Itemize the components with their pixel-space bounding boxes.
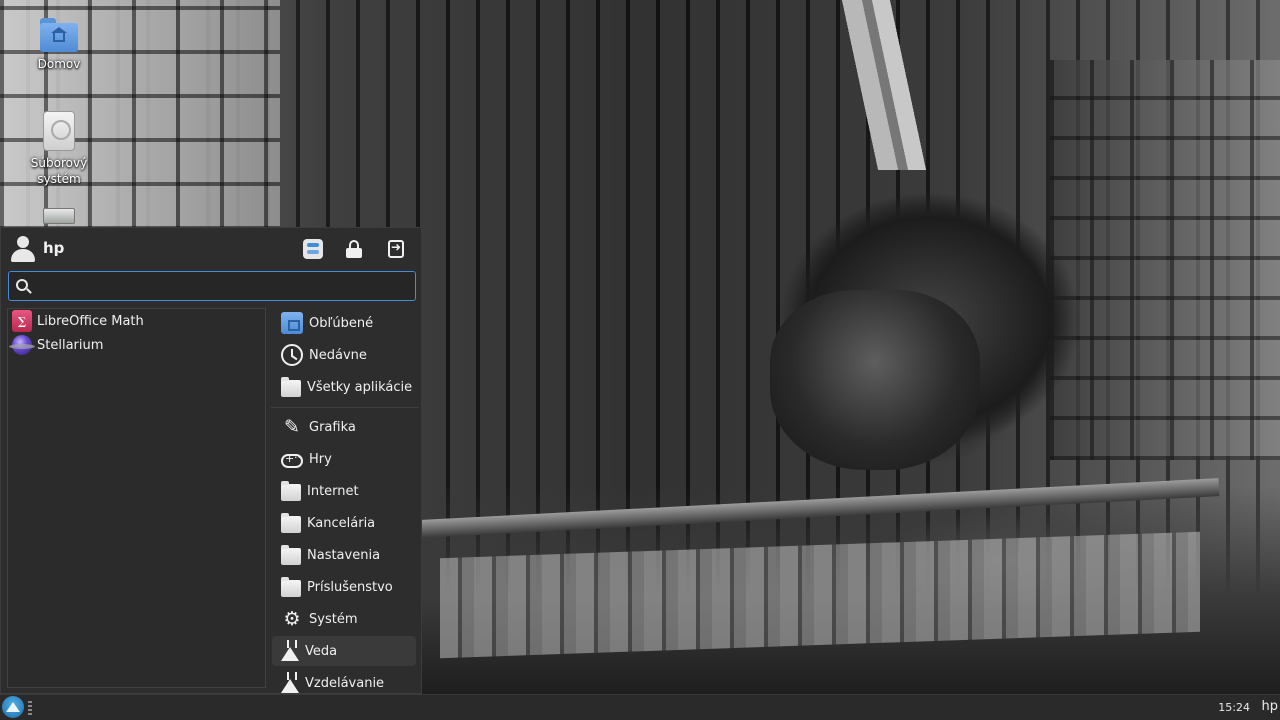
search-input[interactable] xyxy=(39,276,409,296)
app-item-label: Stellarium xyxy=(37,337,104,353)
removable-drive-icon xyxy=(43,208,75,224)
desktop-icon-label: Domov xyxy=(37,57,81,71)
favorites-folder-icon xyxy=(281,312,303,334)
category-favorites[interactable]: Obľúbené xyxy=(272,308,416,338)
category-list: Obľúbené Nedávne Všetky aplikácie ✎ Graf… xyxy=(271,308,419,693)
application-menu: hp ∑ LibreOffice Math Stellarium xyxy=(0,227,422,694)
logout-icon xyxy=(388,240,404,258)
app-item-label: LibreOffice Math xyxy=(37,313,144,329)
applications-menu-button[interactable] xyxy=(2,696,24,718)
system-gear-icon: ⚙ xyxy=(283,608,301,630)
category-games[interactable]: Hry xyxy=(272,444,416,474)
graphics-icon: ✎ xyxy=(284,416,300,438)
category-science[interactable]: Veda xyxy=(272,636,416,666)
category-all-apps[interactable]: Všetky aplikácie xyxy=(272,372,416,402)
desktop-icon-filesystem[interactable]: Súborový systém xyxy=(9,111,109,187)
all-apps-icon xyxy=(281,377,301,397)
category-graphics[interactable]: ✎ Grafika xyxy=(272,412,416,442)
category-label: Internet xyxy=(307,483,359,499)
internet-icon xyxy=(281,481,301,501)
settings-category-icon xyxy=(281,545,301,565)
category-education[interactable]: Vzdelávanie xyxy=(272,668,416,693)
desktop-icon-removable[interactable] xyxy=(9,208,109,228)
accessories-icon xyxy=(281,577,301,597)
panel-separator-handle[interactable] xyxy=(28,701,32,715)
category-label: Obľúbené xyxy=(309,315,374,331)
category-label: Grafika xyxy=(309,419,356,435)
home-folder-icon xyxy=(40,18,78,52)
desktop-icon-label: Súborový systém xyxy=(30,156,88,186)
education-icon xyxy=(281,672,299,693)
clock[interactable]: 15:24 xyxy=(1218,701,1250,714)
taskbar-user[interactable]: hp xyxy=(1262,699,1279,714)
settings-manager-button[interactable] xyxy=(302,238,324,260)
logout-button[interactable] xyxy=(385,238,407,260)
app-results-list: ∑ LibreOffice Math Stellarium xyxy=(7,308,266,688)
menu-header: hp xyxy=(1,228,421,270)
desktop-icon-home[interactable]: Domov xyxy=(9,18,109,72)
taskbar: 15:24 hp xyxy=(0,694,1280,720)
libreoffice-math-icon: ∑ xyxy=(12,310,32,332)
category-label: Nedávne xyxy=(309,347,367,363)
category-label: Veda xyxy=(305,643,338,659)
lock-screen-button[interactable] xyxy=(343,238,365,260)
category-office[interactable]: Kancelária xyxy=(272,508,416,538)
category-label: Všetky aplikácie xyxy=(307,379,413,395)
search-icon xyxy=(16,279,32,295)
search-box[interactable] xyxy=(8,271,416,301)
app-item-libreoffice-math[interactable]: ∑ LibreOffice Math xyxy=(10,309,262,333)
category-settings[interactable]: Nastavenia xyxy=(272,540,416,570)
flask-icon xyxy=(281,640,299,662)
category-label: Nastavenia xyxy=(307,547,381,563)
category-system[interactable]: ⚙ Systém xyxy=(272,604,416,634)
clock-icon xyxy=(281,344,303,366)
category-label: Vzdelávanie xyxy=(305,675,385,691)
category-label: Kancelária xyxy=(307,515,376,531)
app-item-stellarium[interactable]: Stellarium xyxy=(9,333,262,357)
menu-username: hp xyxy=(43,239,65,257)
stellarium-icon xyxy=(9,335,35,355)
category-internet[interactable]: Internet xyxy=(272,476,416,506)
category-separator xyxy=(271,407,419,408)
office-icon xyxy=(281,513,301,533)
category-label: Hry xyxy=(309,451,332,467)
category-label: Príslušenstvo xyxy=(307,579,393,595)
settings-icon xyxy=(303,239,323,259)
gamepad-icon xyxy=(281,451,303,468)
category-accessories[interactable]: Príslušenstvo xyxy=(272,572,416,602)
drive-icon xyxy=(43,111,75,151)
category-recent[interactable]: Nedávne xyxy=(272,340,416,370)
user-avatar-icon xyxy=(10,235,36,263)
lock-icon xyxy=(346,240,362,258)
category-label: Systém xyxy=(309,611,358,627)
wallpaper-helmet-mask xyxy=(770,290,980,470)
